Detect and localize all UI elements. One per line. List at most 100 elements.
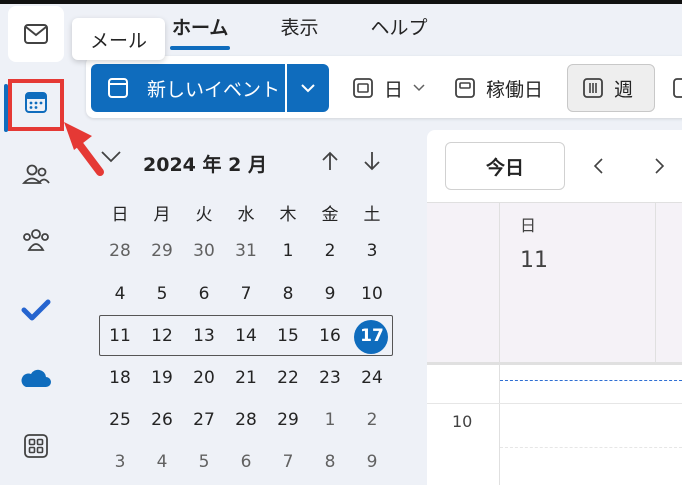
onedrive-app-button[interactable] — [8, 350, 64, 406]
window-top-strip — [0, 0, 682, 4]
mini-calendar-day[interactable]: 18 — [99, 368, 141, 388]
month-view-icon — [673, 78, 682, 98]
mini-calendar-day[interactable]: 5 — [183, 452, 225, 472]
mini-calendar-day[interactable]: 31 — [225, 241, 267, 261]
day-header-area — [427, 202, 682, 362]
mini-calendar-day[interactable]: 28 — [99, 241, 141, 261]
apps-icon — [24, 434, 48, 458]
mini-calendar-day[interactable]: 3 — [99, 452, 141, 472]
time-column-divider — [499, 202, 500, 485]
groups-icon — [23, 229, 49, 251]
mini-calendar-day[interactable]: 27 — [183, 410, 225, 430]
mini-calendar-day[interactable]: 8 — [267, 284, 309, 304]
day-view-label: 日 — [384, 78, 404, 101]
weekday-header: 日 — [111, 205, 129, 225]
new-event-label: 新しいイベント — [147, 78, 281, 101]
people-icon — [22, 164, 50, 184]
hour-label: 10 — [452, 412, 473, 431]
weekday-header: 木 — [279, 205, 297, 225]
todo-icon — [21, 299, 51, 321]
hour-gridline — [427, 403, 682, 404]
arrow-down-icon[interactable] — [362, 150, 382, 172]
people-app-button[interactable] — [8, 146, 64, 202]
mini-calendar-day[interactable]: 29 — [267, 410, 309, 430]
new-event-calendar-icon — [108, 78, 128, 98]
week-view-label: 週 — [614, 78, 634, 101]
mini-calendar-day[interactable]: 4 — [141, 452, 183, 472]
day-column-date[interactable]: 11 — [520, 248, 548, 273]
mini-calendar-day[interactable]: 21 — [225, 368, 267, 388]
mini-calendar-day[interactable]: 9 — [309, 284, 351, 304]
todo-app-button[interactable] — [8, 282, 64, 338]
mail-app-button[interactable] — [8, 6, 64, 62]
ribbon-toolbar: 新しいイベント 日 稼働日 週 — [86, 56, 682, 118]
tab-help[interactable]: ヘルプ — [368, 14, 429, 50]
mini-calendar-day[interactable]: 16 — [309, 326, 351, 346]
chevron-down-icon[interactable] — [100, 150, 122, 164]
new-event-dropdown-button[interactable] — [287, 64, 329, 112]
mini-calendar-day[interactable]: 4 — [99, 284, 141, 304]
chevron-left-icon[interactable] — [592, 156, 606, 176]
mini-calendar-day[interactable]: 1 — [267, 241, 309, 261]
mail-icon — [24, 24, 48, 44]
mini-calendar-day[interactable]: 28 — [225, 410, 267, 430]
arrow-up-icon[interactable] — [320, 150, 340, 172]
mini-calendar-day[interactable]: 5 — [141, 284, 183, 304]
mini-calendar-day[interactable]: 15 — [267, 326, 309, 346]
work-week-icon — [455, 78, 475, 98]
more-apps-button[interactable] — [8, 418, 64, 474]
new-event-button[interactable]: 新しいイベント — [91, 64, 285, 112]
work-week-label: 稼働日 — [486, 78, 544, 101]
mini-calendar-day[interactable]: 20 — [183, 368, 225, 388]
mini-calendar-day[interactable]: 11 — [99, 326, 141, 346]
mini-calendar-day[interactable]: 24 — [351, 368, 393, 388]
day-column-divider — [655, 202, 656, 362]
mini-calendar-day[interactable]: 23 — [309, 368, 351, 388]
chevron-down-icon — [301, 84, 315, 93]
mini-calendar-day[interactable]: 6 — [183, 284, 225, 304]
mini-calendar-day[interactable]: 7 — [267, 452, 309, 472]
groups-app-button[interactable] — [8, 212, 64, 268]
chevron-down-icon — [413, 84, 425, 92]
mail-tooltip: メール — [72, 18, 166, 60]
mini-calendar-day[interactable]: 2 — [309, 241, 351, 261]
day-view-button[interactable]: 日 — [352, 70, 425, 106]
mini-calendar-day[interactable]: 26 — [141, 410, 183, 430]
today-button[interactable]: 今日 — [445, 142, 565, 190]
mini-calendar-day[interactable]: 14 — [225, 326, 267, 346]
weekday-header: 月 — [153, 205, 171, 225]
mini-calendar-day[interactable]: 17 — [351, 326, 393, 346]
mini-calendar-day[interactable]: 9 — [351, 452, 393, 472]
half-hour-gridline — [500, 447, 682, 448]
mini-calendar-day[interactable]: 3 — [351, 241, 393, 261]
mini-calendar-day[interactable]: 25 — [99, 410, 141, 430]
work-week-button[interactable]: 稼働日 — [454, 70, 543, 106]
mini-calendar-day[interactable]: 10 — [351, 284, 393, 304]
weekday-header: 火 — [195, 205, 213, 225]
tab-view[interactable]: 表示 — [278, 14, 320, 50]
mini-calendar-day[interactable]: 29 — [141, 241, 183, 261]
pointer-arrow-icon — [64, 122, 104, 176]
all-day-divider — [427, 362, 682, 365]
mini-calendar-day[interactable]: 13 — [183, 326, 225, 346]
mini-calendar-day[interactable]: 1 — [309, 410, 351, 430]
current-time-line — [500, 380, 682, 381]
day-column-weekday: 日 — [520, 216, 537, 235]
mini-calendar-day[interactable]: 30 — [183, 241, 225, 261]
weekday-header: 金 — [321, 205, 339, 225]
mini-calendar-day[interactable]: 6 — [225, 452, 267, 472]
month-view-button[interactable] — [672, 70, 682, 106]
tab-home[interactable]: ホーム — [170, 14, 231, 50]
mini-calendar-day[interactable]: 7 — [225, 284, 267, 304]
mini-calendar-day[interactable]: 8 — [309, 452, 351, 472]
mini-calendar-day[interactable]: 19 — [141, 368, 183, 388]
mini-calendar-day[interactable]: 12 — [141, 326, 183, 346]
week-view-button[interactable]: 週 — [567, 64, 655, 112]
calendar-highlight-box — [8, 79, 64, 131]
mini-calendar-day[interactable]: 2 — [351, 410, 393, 430]
mini-calendar-day[interactable]: 22 — [267, 368, 309, 388]
mini-calendar-title: 2024 年 2 月 — [143, 154, 267, 176]
week-view-icon — [583, 78, 603, 98]
weekday-header: 水 — [237, 205, 255, 225]
chevron-right-icon[interactable] — [652, 156, 666, 176]
